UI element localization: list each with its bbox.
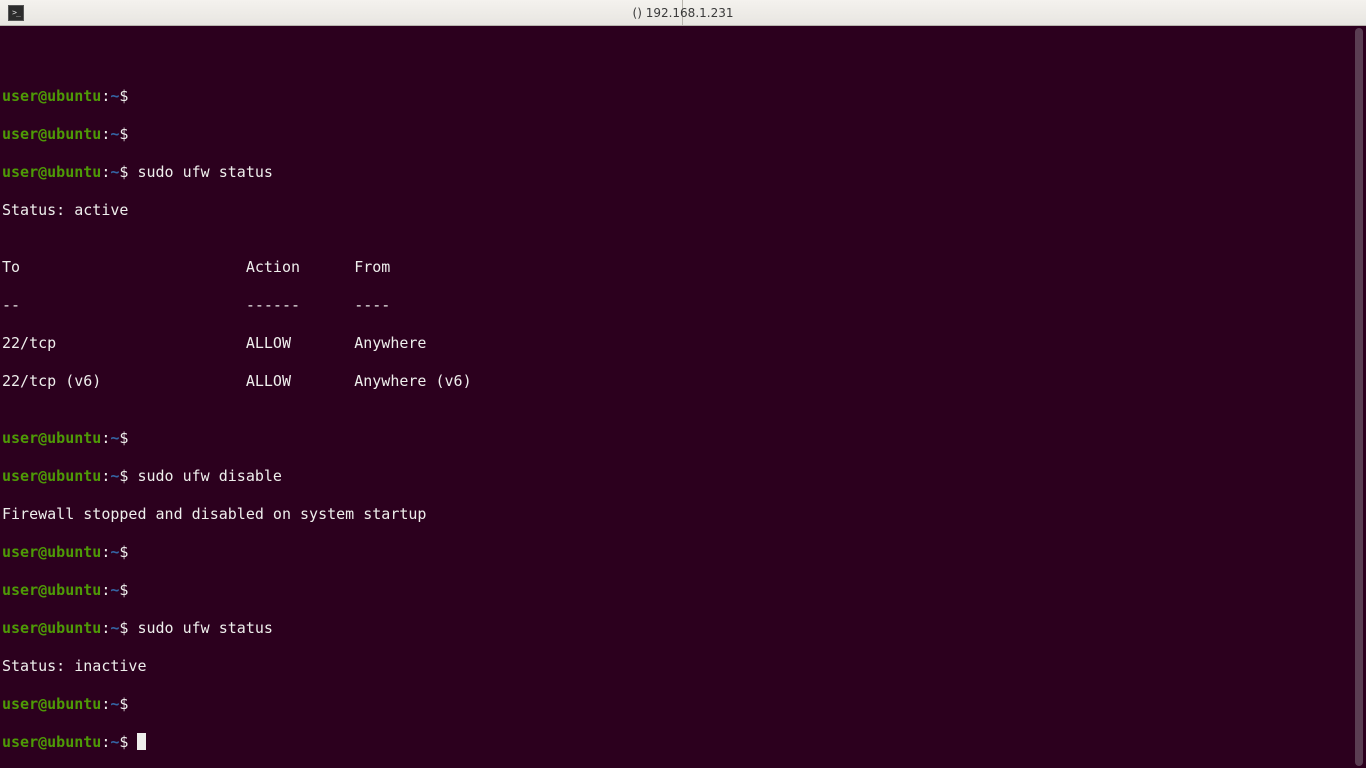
prompt-dollar: $	[119, 429, 128, 447]
prompt-line: user@ubuntu:~$ sudo ufw status	[2, 163, 1348, 182]
prompt-dollar: $	[119, 87, 128, 105]
terminal-content[interactable]: user@ubuntu:~$ user@ubuntu:~$ user@ubunt…	[2, 68, 1348, 768]
output-line: Firewall stopped and disabled on system …	[2, 505, 1348, 524]
scrollbar-vertical[interactable]	[1352, 26, 1366, 768]
prompt-host: ubuntu	[47, 87, 101, 105]
prompt-dollar: $	[119, 125, 128, 143]
output-line: Status: inactive	[2, 657, 1348, 676]
prompt-user: user	[2, 87, 38, 105]
prompt-user: user	[2, 695, 38, 713]
prompt-at: @	[38, 163, 47, 181]
prompt-dollar: $	[119, 581, 128, 599]
command-text	[128, 733, 137, 751]
prompt-host: ubuntu	[47, 543, 101, 561]
prompt-user: user	[2, 581, 38, 599]
prompt-line: user@ubuntu:~$ sudo ufw status	[2, 619, 1348, 638]
window-title: () 192.168.1.231	[633, 6, 734, 20]
prompt-user: user	[2, 163, 38, 181]
prompt-dollar: $	[119, 543, 128, 561]
prompt-line: user@ubuntu:~$	[2, 429, 1348, 448]
prompt-host: ubuntu	[47, 429, 101, 447]
prompt-user: user	[2, 733, 38, 751]
output-line: To Action From	[2, 258, 1348, 277]
output-line: Status: active	[2, 201, 1348, 220]
prompt-at: @	[38, 581, 47, 599]
prompt-line-active[interactable]: user@ubuntu:~$	[2, 733, 1348, 752]
terminal-area[interactable]: user@ubuntu:~$ user@ubuntu:~$ user@ubunt…	[0, 26, 1366, 768]
prompt-at: @	[38, 429, 47, 447]
prompt-line: user@ubuntu:~$	[2, 87, 1348, 106]
terminal-icon	[8, 5, 24, 21]
prompt-host: ubuntu	[47, 581, 101, 599]
prompt-line: user@ubuntu:~$ sudo ufw disable	[2, 467, 1348, 486]
prompt-at: @	[38, 543, 47, 561]
prompt-host: ubuntu	[47, 467, 101, 485]
prompt-host: ubuntu	[47, 695, 101, 713]
prompt-user: user	[2, 125, 38, 143]
prompt-at: @	[38, 619, 47, 637]
prompt-host: ubuntu	[47, 163, 101, 181]
prompt-line: user@ubuntu:~$	[2, 695, 1348, 714]
output-line: 22/tcp ALLOW Anywhere	[2, 334, 1348, 353]
titlebar-active-tab	[0, 0, 683, 26]
prompt-dollar: $	[119, 695, 128, 713]
prompt-user: user	[2, 429, 38, 447]
command-text: sudo ufw disable	[128, 467, 282, 485]
prompt-host: ubuntu	[47, 733, 101, 751]
prompt-at: @	[38, 87, 47, 105]
prompt-at: @	[38, 125, 47, 143]
command-text: sudo ufw status	[128, 163, 273, 181]
prompt-user: user	[2, 467, 38, 485]
output-line: 22/tcp (v6) ALLOW Anywhere (v6)	[2, 372, 1348, 391]
command-text: sudo ufw status	[128, 619, 273, 637]
output-line: -- ------ ----	[2, 296, 1348, 315]
prompt-host: ubuntu	[47, 125, 101, 143]
prompt-line: user@ubuntu:~$	[2, 543, 1348, 562]
prompt-user: user	[2, 543, 38, 561]
prompt-line: user@ubuntu:~$	[2, 125, 1348, 144]
prompt-line: user@ubuntu:~$	[2, 581, 1348, 600]
window-titlebar[interactable]: () 192.168.1.231	[0, 0, 1366, 26]
scrollbar-thumb[interactable]	[1355, 28, 1363, 766]
prompt-host: ubuntu	[47, 619, 101, 637]
prompt-at: @	[38, 733, 47, 751]
prompt-at: @	[38, 695, 47, 713]
prompt-user: user	[2, 619, 38, 637]
cursor-icon	[137, 733, 146, 750]
prompt-at: @	[38, 467, 47, 485]
